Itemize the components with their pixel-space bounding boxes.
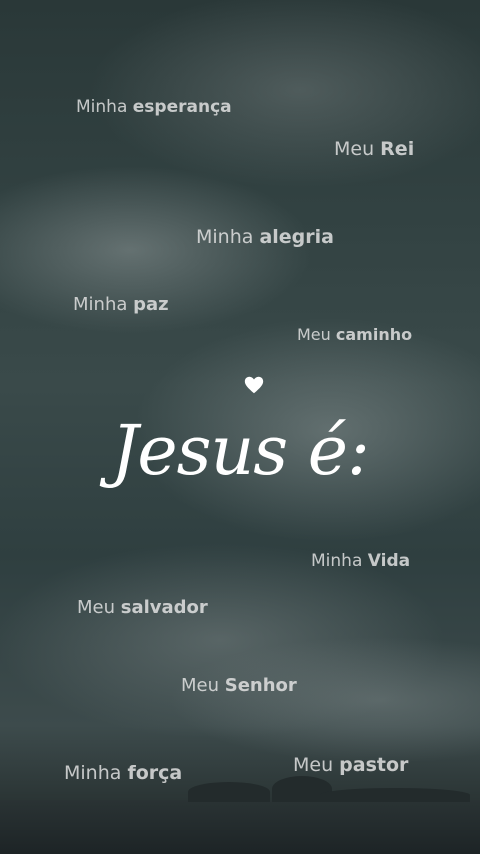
phrase-senhor: Meu Senhor [181,675,297,696]
heart-icon [244,376,264,394]
sea [0,800,480,854]
phrase-vida: Minha Vida [311,551,411,571]
phrase-esperanca: Minha esperança [76,97,232,117]
page-title: Jesus é: [111,412,370,491]
phrase-forca: Minha força [64,762,183,784]
phrase-rei: Meu Rei [334,138,415,160]
phrase-pastor: Meu pastor [293,754,409,776]
phrase-caminho: Meu caminho [297,325,413,344]
phrase-alegria: Minha alegria [196,226,334,248]
island-silhouette [320,788,470,802]
island-silhouette [188,782,270,802]
phrase-salvador: Meu salvador [77,597,208,618]
phrase-paz: Minha paz [73,294,169,315]
